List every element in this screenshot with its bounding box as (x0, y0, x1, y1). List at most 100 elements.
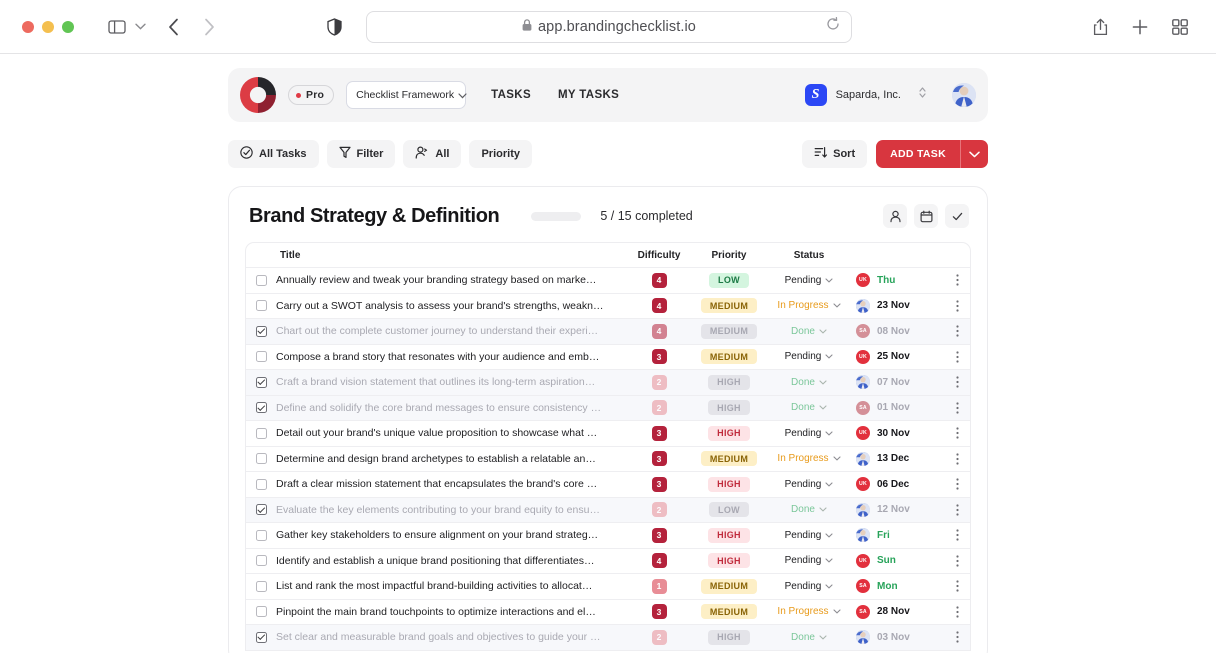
owner-avatar-initials[interactable]: SA (856, 579, 870, 594)
chevron-down-icon[interactable] (833, 609, 841, 614)
priority-cell[interactable]: MEDIUM (692, 578, 766, 594)
chevron-down-icon[interactable] (819, 635, 827, 640)
chevron-down-icon[interactable] (825, 278, 833, 283)
status-cell[interactable]: Done (766, 377, 852, 388)
row-checkbox-cell[interactable] (246, 529, 276, 541)
status-cell[interactable]: Done (766, 504, 852, 515)
table-row[interactable]: Set clear and measurable brand goals and… (246, 625, 970, 651)
status-cell[interactable]: Done (766, 402, 852, 413)
priority-cell[interactable]: LOW (692, 502, 766, 518)
row-menu-button[interactable] (944, 376, 970, 388)
table-row[interactable]: Carry out a SWOT analysis to assess your… (246, 294, 970, 319)
owner-cell[interactable]: 03 Nov (852, 630, 944, 645)
up-down-chevron-icon[interactable] (918, 86, 927, 104)
task-checkbox[interactable] (255, 351, 267, 363)
privacy-shield-icon[interactable] (327, 17, 342, 36)
difficulty-cell[interactable]: 3 (626, 425, 692, 441)
table-row[interactable]: Identify and establish a unique brand po… (246, 549, 970, 574)
row-checkbox-cell[interactable] (246, 376, 276, 388)
row-checkbox-cell[interactable] (246, 325, 276, 337)
row-menu-button[interactable] (944, 529, 970, 541)
chevron-down-icon[interactable] (819, 507, 827, 512)
address-bar[interactable]: app.brandingchecklist.io (366, 10, 852, 43)
difficulty-cell[interactable]: 4 (626, 298, 692, 314)
row-menu-button[interactable] (944, 453, 970, 465)
task-checkbox[interactable] (255, 274, 267, 286)
owner-cell[interactable]: UK Thu (852, 273, 944, 288)
owner-cell[interactable]: SA 08 Nov (852, 324, 944, 339)
owner-cell[interactable]: SA 01 Nov (852, 400, 944, 415)
status-cell[interactable]: Done (766, 632, 852, 643)
row-checkbox-cell[interactable] (246, 274, 276, 286)
task-checkbox[interactable] (255, 376, 267, 388)
row-menu-button[interactable] (944, 504, 970, 516)
row-checkbox-cell[interactable] (246, 300, 276, 312)
chevron-down-icon[interactable] (833, 303, 841, 308)
table-row[interactable]: List and rank the most impactful brand-b… (246, 574, 970, 600)
owner-avatar-photo[interactable] (856, 528, 870, 543)
sidebar-toggle-icon[interactable] (108, 19, 126, 34)
row-menu-button[interactable] (944, 580, 970, 592)
owner-avatar-photo[interactable] (856, 451, 870, 466)
chevron-down-icon[interactable] (833, 456, 841, 461)
row-checkbox-cell[interactable] (246, 402, 276, 414)
task-title[interactable]: Carry out a SWOT analysis to assess your… (276, 300, 626, 312)
priority-filter-button[interactable]: Priority (469, 140, 532, 168)
row-menu-button[interactable] (944, 631, 970, 643)
chevron-down-icon[interactable] (825, 558, 833, 563)
task-title[interactable]: Determine and design brand archetypes to… (276, 453, 626, 465)
row-menu-button[interactable] (944, 300, 970, 312)
owner-avatar-photo[interactable] (856, 502, 870, 517)
priority-cell[interactable]: MEDIUM (692, 604, 766, 620)
task-title[interactable]: Evaluate the key elements contributing t… (276, 504, 626, 516)
owner-avatar-initials[interactable]: SA (856, 400, 870, 415)
difficulty-cell[interactable]: 1 (626, 578, 692, 594)
task-title[interactable]: Detail out your brand's unique value pro… (276, 427, 626, 439)
priority-cell[interactable]: HIGH (692, 553, 766, 569)
donut-logo-icon[interactable] (239, 76, 277, 114)
status-cell[interactable]: Pending (766, 351, 852, 362)
row-menu-button[interactable] (944, 427, 970, 439)
task-title[interactable]: Define and solidify the core brand messa… (276, 402, 626, 414)
all-tasks-button[interactable]: All Tasks (228, 140, 319, 168)
table-row[interactable]: Evaluate the key elements contributing t… (246, 497, 970, 523)
nav-my-tasks[interactable]: MY TASKS (558, 89, 619, 101)
difficulty-cell[interactable]: 2 (626, 502, 692, 518)
tab-overview-icon[interactable] (1172, 18, 1188, 35)
chevron-down-icon[interactable] (825, 354, 833, 359)
owner-avatar-photo[interactable] (856, 298, 870, 313)
owner-cell[interactable]: SA 28 Nov (852, 604, 944, 619)
task-title[interactable]: Draft a clear mission statement that enc… (276, 478, 626, 490)
owner-cell[interactable]: Fri (852, 528, 944, 543)
owner-avatar-photo[interactable] (856, 630, 870, 645)
task-title[interactable]: Craft a brand vision statement that outl… (276, 376, 626, 388)
row-checkbox-cell[interactable] (246, 580, 276, 592)
filter-button[interactable]: Filter (326, 140, 396, 168)
priority-cell[interactable]: MEDIUM (692, 298, 766, 314)
chevron-down-icon[interactable] (819, 380, 827, 385)
task-checkbox[interactable] (255, 580, 267, 592)
owner-cell[interactable]: UK 30 Nov (852, 426, 944, 441)
priority-cell[interactable]: HIGH (692, 374, 766, 390)
table-row[interactable]: Gather key stakeholders to ensure alignm… (246, 523, 970, 549)
owner-cell[interactable]: UK Sun (852, 553, 944, 568)
add-task-button[interactable]: ADD TASK (876, 140, 960, 168)
table-row[interactable]: Pinpoint the main brand touchpoints to o… (246, 600, 970, 625)
task-checkbox[interactable] (255, 555, 267, 567)
difficulty-cell[interactable]: 2 (626, 374, 692, 390)
org-switcher[interactable]: S Saparda, Inc. (804, 83, 976, 107)
difficulty-cell[interactable]: 3 (626, 604, 692, 620)
owner-avatar-initials[interactable]: SA (856, 324, 870, 339)
task-title[interactable]: Pinpoint the main brand touchpoints to o… (276, 606, 626, 618)
status-cell[interactable]: Pending (766, 581, 852, 592)
table-row[interactable]: Define and solidify the core brand messa… (246, 395, 970, 421)
table-row[interactable]: Annually review and tweak your branding … (246, 268, 970, 294)
task-checkbox[interactable] (255, 325, 267, 337)
table-row[interactable]: Compose a brand story that resonates wit… (246, 345, 970, 370)
status-cell[interactable]: Pending (766, 555, 852, 566)
owner-avatar-photo[interactable] (856, 375, 870, 390)
framework-select[interactable]: Checklist Framework (346, 81, 467, 109)
task-checkbox[interactable] (255, 300, 267, 312)
status-cell[interactable]: In Progress (766, 606, 852, 617)
task-title[interactable]: List and rank the most impactful brand-b… (276, 580, 626, 592)
